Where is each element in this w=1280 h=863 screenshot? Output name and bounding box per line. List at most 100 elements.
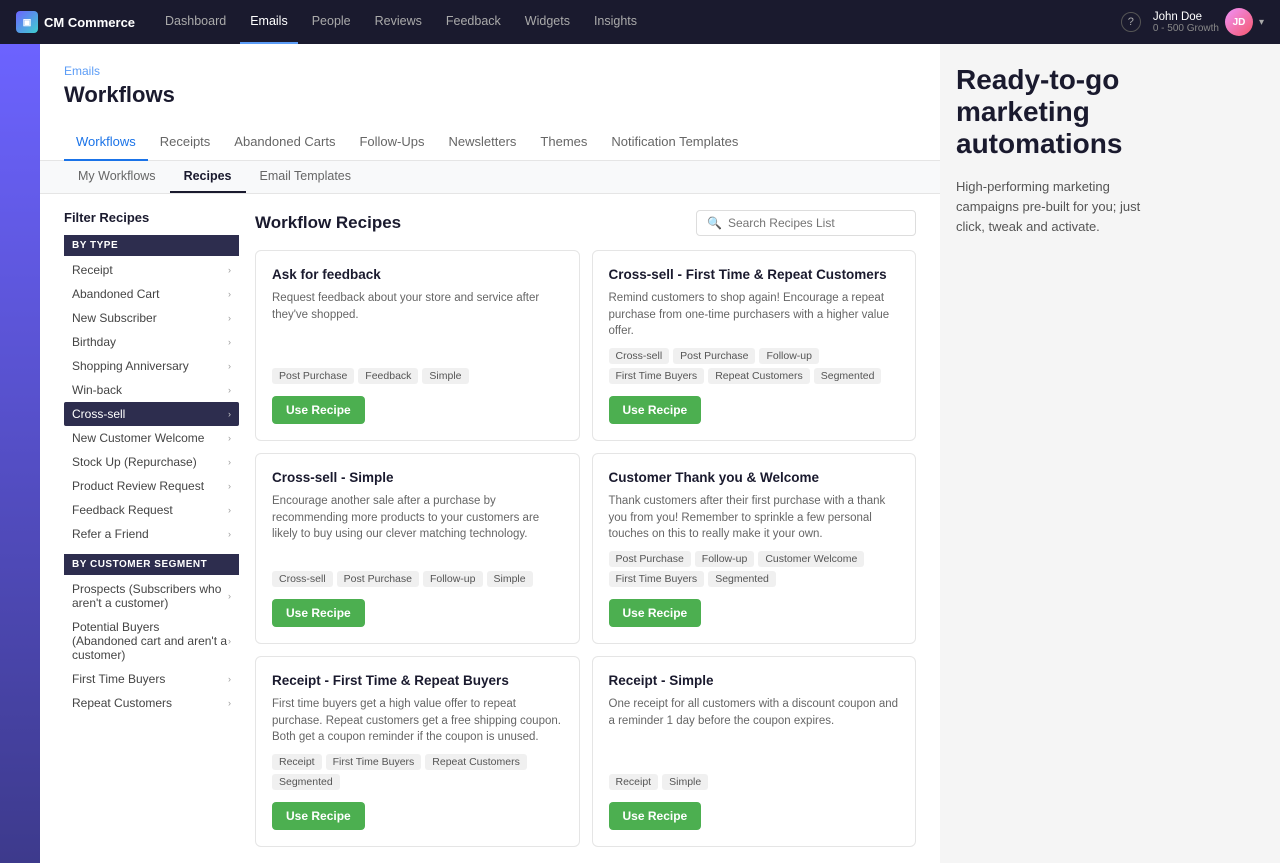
chevron-icon: › [228, 409, 231, 419]
recipe-name: Receipt - Simple [609, 673, 900, 688]
help-icon[interactable]: ? [1121, 12, 1141, 32]
recipe-tags: Receipt First Time Buyers Repeat Custome… [272, 754, 563, 790]
avatar: JD [1225, 8, 1253, 36]
chevron-icon: › [228, 289, 231, 299]
main-content: Emails Workflows Workflows Receipts Aban… [40, 44, 940, 863]
recipe-desc: Remind customers to shop again! Encourag… [609, 290, 900, 340]
page-header: Emails Workflows [40, 44, 940, 116]
filter-shopping-anniversary[interactable]: Shopping Anniversary › [64, 354, 239, 378]
recipe-card-receipt-simple: Receipt - Simple One receipt for all cus… [592, 656, 917, 847]
recipe-tags: Receipt Simple [609, 774, 900, 790]
filter-new-subscriber[interactable]: New Subscriber › [64, 306, 239, 330]
nav-item-feedback[interactable]: Feedback [436, 0, 511, 44]
use-recipe-button[interactable]: Use Recipe [272, 396, 365, 424]
breadcrumb[interactable]: Emails [64, 64, 916, 78]
recipe-card-receipt-first-repeat: Receipt - First Time & Repeat Buyers Fir… [255, 656, 580, 847]
recipe-name: Customer Thank you & Welcome [609, 470, 900, 485]
filter-abandoned-cart[interactable]: Abandoned Cart › [64, 282, 239, 306]
recipe-tag: Post Purchase [337, 571, 419, 587]
filter-sidebar: Filter Recipes BY TYPE Receipt › Abandon… [64, 210, 239, 847]
content-area: Filter Recipes BY TYPE Receipt › Abandon… [40, 194, 940, 863]
left-decoration [0, 44, 40, 863]
chevron-icon: › [228, 481, 231, 491]
filter-feedback-request[interactable]: Feedback Request › [64, 498, 239, 522]
promo-area: Ready-to-go marketing automations High-p… [940, 44, 1160, 863]
recipe-tag: Post Purchase [272, 368, 354, 384]
filter-segment-header: BY CUSTOMER SEGMENT [64, 554, 239, 575]
recipe-desc: Request feedback about your store and se… [272, 290, 563, 360]
promo-title: Ready-to-go marketing automations [956, 64, 1160, 161]
chevron-icon: › [228, 505, 231, 515]
nav-item-widgets[interactable]: Widgets [515, 0, 580, 44]
search-input[interactable] [728, 216, 905, 230]
recipe-card-customer-thank-you: Customer Thank you & Welcome Thank custo… [592, 453, 917, 644]
nav-item-reviews[interactable]: Reviews [365, 0, 432, 44]
filter-product-review[interactable]: Product Review Request › [64, 474, 239, 498]
filter-title: Filter Recipes [64, 210, 239, 225]
secondary-tabs: My Workflows Recipes Email Templates [40, 161, 940, 194]
recipe-tag: First Time Buyers [326, 754, 422, 770]
brand-name: CM Commerce [44, 15, 135, 30]
nav-item-dashboard[interactable]: Dashboard [155, 0, 236, 44]
recipe-tag: Segmented [708, 571, 776, 587]
tab-themes[interactable]: Themes [528, 124, 599, 161]
recipe-tag: Cross-sell [272, 571, 333, 587]
filter-prospects[interactable]: Prospects (Subscribers who aren't a cust… [64, 577, 239, 615]
nav-item-people[interactable]: People [302, 0, 361, 44]
filter-first-time-buyers[interactable]: First Time Buyers › [64, 667, 239, 691]
top-navigation: ▣ CM Commerce Dashboard Emails People Re… [0, 0, 1280, 44]
page-title: Workflows [64, 82, 916, 108]
recipe-desc: First time buyers get a high value offer… [272, 696, 563, 746]
search-icon: 🔍 [707, 216, 722, 230]
recipe-card-cross-sell-first-repeat: Cross-sell - First Time & Repeat Custome… [592, 250, 917, 441]
use-recipe-button[interactable]: Use Recipe [609, 599, 702, 627]
tab-receipts[interactable]: Receipts [148, 124, 223, 161]
filter-potential-buyers[interactable]: Potential Buyers (Abandoned cart and are… [64, 615, 239, 667]
user-menu[interactable]: John Doe 0 - 500 Growth JD ▾ [1153, 8, 1264, 36]
use-recipe-button[interactable]: Use Recipe [272, 802, 365, 830]
tab-workflows[interactable]: Workflows [64, 124, 148, 161]
nav-item-emails[interactable]: Emails [240, 0, 298, 44]
use-recipe-button[interactable]: Use Recipe [609, 396, 702, 424]
filter-stock-up[interactable]: Stock Up (Repurchase) › [64, 450, 239, 474]
filter-cross-sell[interactable]: Cross-sell › [64, 402, 239, 426]
recipe-tag: First Time Buyers [609, 571, 705, 587]
chevron-icon: › [228, 674, 231, 684]
tab-newsletters[interactable]: Newsletters [437, 124, 529, 161]
recipe-name: Receipt - First Time & Repeat Buyers [272, 673, 563, 688]
chevron-icon: › [228, 457, 231, 467]
recipe-name: Cross-sell - Simple [272, 470, 563, 485]
tab-notification-templates[interactable]: Notification Templates [599, 124, 750, 161]
recipe-tag: Cross-sell [609, 348, 670, 364]
tab-recipes[interactable]: Recipes [170, 161, 246, 193]
filter-birthday[interactable]: Birthday › [64, 330, 239, 354]
tab-follow-ups[interactable]: Follow-Ups [347, 124, 436, 161]
tab-my-workflows[interactable]: My Workflows [64, 161, 170, 193]
recipe-tags: Post Purchase Follow-up Customer Welcome… [609, 551, 900, 587]
filter-new-customer-welcome[interactable]: New Customer Welcome › [64, 426, 239, 450]
recipe-tag: Post Purchase [673, 348, 755, 364]
tab-abandoned-carts[interactable]: Abandoned Carts [222, 124, 347, 161]
recipe-tag: First Time Buyers [609, 368, 705, 384]
filter-receipt[interactable]: Receipt › [64, 258, 239, 282]
user-info: John Doe 0 - 500 Growth [1153, 11, 1219, 34]
recipes-grid: Ask for feedback Request feedback about … [255, 250, 916, 847]
nav-item-insights[interactable]: Insights [584, 0, 647, 44]
filter-win-back[interactable]: Win-back › [64, 378, 239, 402]
use-recipe-button[interactable]: Use Recipe [609, 802, 702, 830]
search-box[interactable]: 🔍 [696, 210, 916, 236]
nav-right: ? John Doe 0 - 500 Growth JD ▾ [1121, 8, 1264, 36]
filter-refer-friend[interactable]: Refer a Friend › [64, 522, 239, 546]
tab-email-templates[interactable]: Email Templates [246, 161, 365, 193]
recipe-tag: Repeat Customers [425, 754, 527, 770]
recipe-tag: Post Purchase [609, 551, 691, 567]
page-wrapper: Emails Workflows Workflows Receipts Aban… [0, 44, 1280, 863]
recipes-header: Workflow Recipes 🔍 [255, 210, 916, 236]
recipe-desc: One receipt for all customers with a dis… [609, 696, 900, 766]
recipe-tag: Simple [487, 571, 533, 587]
brand-logo[interactable]: ▣ CM Commerce [16, 11, 135, 33]
recipe-tag: Follow-up [423, 571, 483, 587]
filter-repeat-customers[interactable]: Repeat Customers › [64, 691, 239, 715]
user-plan: 0 - 500 Growth [1153, 23, 1219, 34]
use-recipe-button[interactable]: Use Recipe [272, 599, 365, 627]
